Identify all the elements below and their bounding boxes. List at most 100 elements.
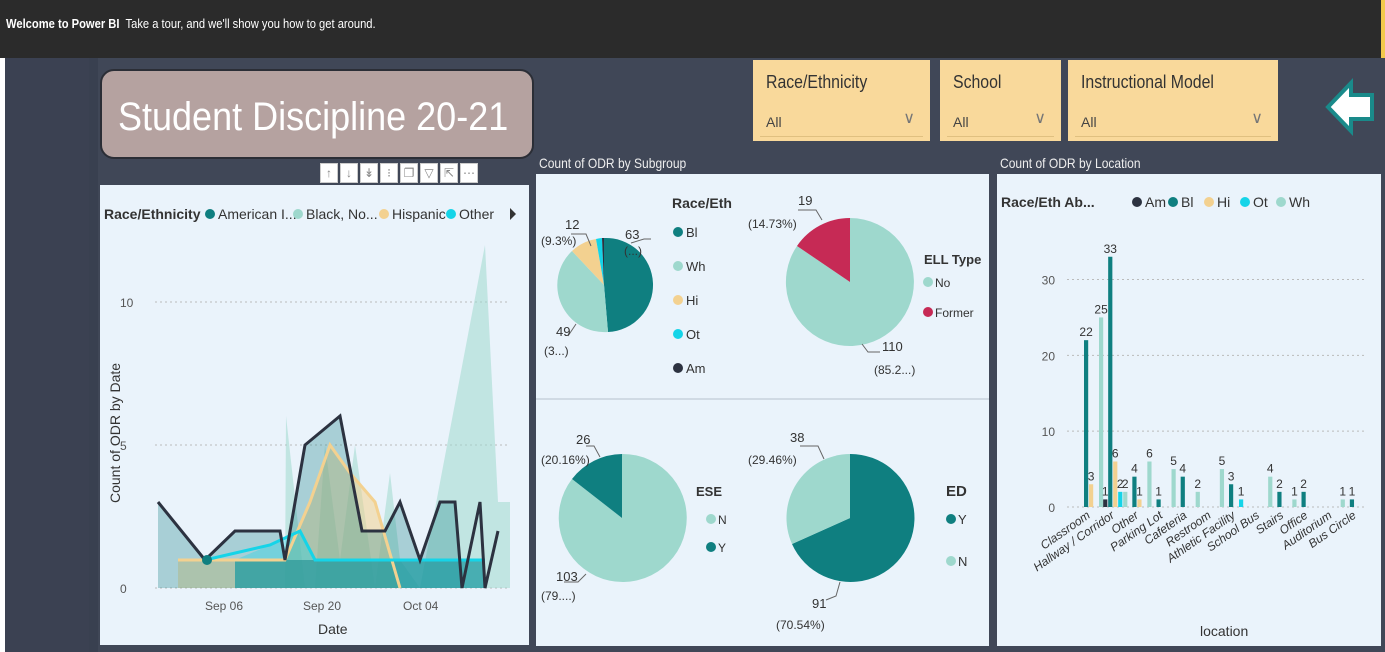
- legend-dot: [673, 329, 683, 339]
- ese-label-y: 26: [576, 432, 590, 447]
- bar-bl[interactable]: [1156, 499, 1161, 507]
- bar-wh[interactable]: [1268, 476, 1273, 507]
- subgroup-visual-title: Count of ODR by Subgroup: [539, 155, 687, 171]
- bar-bl[interactable]: [1108, 256, 1113, 507]
- report-title-box: Student Discipline 20-21: [100, 69, 534, 159]
- bar-data-label: 5: [1219, 454, 1226, 468]
- ed-pie[interactable]: [786, 453, 915, 582]
- legend-dot: [673, 227, 683, 237]
- ell-label-no: 110: [882, 339, 903, 354]
- odr-by-subgroup-visual[interactable]: 12 (9.3%) 63 (...) 49 (3...) Race/Eth Bl…: [536, 174, 989, 646]
- legend-dot-am: [1132, 197, 1142, 207]
- x-tick: Sep 06: [205, 599, 243, 613]
- bar-wh[interactable]: [1171, 469, 1176, 507]
- ese-label-n-pct: (79....): [541, 589, 576, 603]
- legend-dot: [706, 514, 716, 524]
- x-tick: Oct 04: [403, 599, 439, 613]
- odr-by-date-visual[interactable]: Race/Ethnicity American I... Black, No..…: [100, 185, 529, 645]
- location-bar-chart: Race/Eth Ab... Am Bl Hi Ot Wh 0102030 223251…: [1001, 194, 1367, 639]
- x-tick: Sep 20: [303, 599, 341, 613]
- ed-legend-n: N: [958, 554, 967, 569]
- slicer-dropdown[interactable]: All ∨: [760, 104, 923, 137]
- ell-legend-former: Former: [935, 306, 974, 320]
- race-label-bl: 63: [625, 227, 639, 242]
- bar-wh[interactable]: [1147, 461, 1152, 508]
- legend-title: Race/Ethnicity: [104, 206, 201, 222]
- arrow-down-icon[interactable]: ↓: [340, 163, 358, 183]
- bar-data-label: 2: [1276, 477, 1283, 491]
- bar-data-label: 4: [1267, 462, 1274, 476]
- bar-data-label: 2: [1194, 477, 1201, 491]
- bar-bl[interactable]: [1229, 484, 1234, 507]
- bar-data-label: 6: [1112, 447, 1119, 461]
- slicer-dropdown[interactable]: All ∨: [947, 104, 1054, 137]
- leader-line: [861, 343, 880, 353]
- bar-wh[interactable]: [1195, 491, 1200, 507]
- bar-data-label: 4: [1179, 462, 1186, 476]
- slicer-label: School: [953, 72, 1002, 92]
- slicer-label: Instructional Model: [1081, 72, 1214, 92]
- bar-data-label: 3: [1088, 469, 1095, 483]
- location-bars: 22325133622416154253142121 1: [1079, 242, 1356, 508]
- race-legend-ot: Ot: [686, 327, 700, 342]
- slicer-school[interactable]: School All ∨: [940, 60, 1061, 141]
- bar-wh[interactable]: [1219, 469, 1225, 507]
- copy-icon[interactable]: ❐: [400, 163, 418, 183]
- y-tick: 0: [120, 582, 127, 596]
- race-label-wh: 49: [556, 324, 570, 339]
- bar-bl[interactable]: [1180, 476, 1185, 507]
- chevron-down-icon: ∨: [903, 110, 915, 127]
- bar-data-label: 1: [1155, 484, 1162, 498]
- bar-data-label: 1: [1339, 484, 1346, 498]
- y-tick: 30: [1042, 274, 1056, 288]
- leader-line: [800, 445, 825, 460]
- series-other-block: [235, 560, 485, 588]
- slicer-dropdown[interactable]: All ∨: [1075, 104, 1271, 137]
- focus-mode-icon[interactable]: ⇱: [440, 163, 458, 183]
- legend-dot-american: [205, 209, 215, 219]
- subgroup-pies: 12 (9.3%) 63 (...) 49 (3...) Race/Eth Bl…: [541, 193, 981, 632]
- bar-wh[interactable]: [1099, 317, 1104, 507]
- ed-label-n: 38: [790, 430, 804, 445]
- arrow-up-icon[interactable]: ↑: [320, 163, 338, 183]
- expand-hierarchy-icon[interactable]: ⁝: [380, 163, 398, 183]
- ese-pie[interactable]: [558, 453, 687, 582]
- slicer-race-ethnicity[interactable]: Race/Ethnicity All ∨: [753, 60, 930, 141]
- more-options-icon[interactable]: ⋯: [460, 163, 478, 183]
- legend-item-black: Black, No...: [306, 206, 378, 222]
- legend-next-icon[interactable]: [510, 208, 516, 220]
- filter-icon[interactable]: ▽: [420, 163, 438, 183]
- slicer-instructional-model[interactable]: Instructional Model All ∨: [1068, 60, 1278, 141]
- bar-data-label: 1: [1238, 484, 1245, 498]
- ell-pie[interactable]: [785, 217, 914, 346]
- race-label-bl-pct: (...): [624, 244, 642, 258]
- bar-bl[interactable]: [1277, 491, 1282, 507]
- bar-data-label: 4: [1131, 462, 1138, 476]
- y-tick: 10: [120, 296, 134, 310]
- bar-am[interactable]: [1103, 499, 1108, 507]
- bar-ot[interactable]: [1118, 491, 1123, 507]
- location-visual-title: Count of ODR by Location: [1000, 155, 1141, 171]
- bar-bl[interactable]: [1301, 491, 1306, 507]
- legend-dot: [946, 514, 956, 524]
- bar-wh[interactable]: [1292, 499, 1297, 507]
- odr-by-location-visual[interactable]: Race/Eth Ab... Am Bl Hi Ot Wh 0 10 20 30 22 3 25 1…: [997, 174, 1381, 646]
- race-label-hi: 12: [565, 217, 579, 232]
- ell-legend-title: ELL Type: [924, 252, 981, 267]
- bar-bl[interactable]: [1349, 499, 1355, 507]
- legend-dot: [923, 307, 933, 317]
- back-arrow-button[interactable]: [1325, 78, 1375, 136]
- ed-label-n-pct: (29.46%): [748, 453, 797, 467]
- ed-label-y: 91: [812, 596, 826, 611]
- double-arrow-down-icon[interactable]: ↡: [360, 163, 378, 183]
- bar-hi[interactable]: [1137, 499, 1142, 507]
- bar-wh[interactable]: [1123, 491, 1128, 507]
- bar-wh[interactable]: [1340, 499, 1345, 507]
- slicer-value: All: [1081, 114, 1097, 130]
- bar-ot[interactable]: [1239, 499, 1244, 507]
- race-legend-wh: Wh: [686, 259, 706, 274]
- data-point[interactable]: [202, 555, 212, 565]
- chevron-down-icon: ∨: [1251, 110, 1263, 127]
- bar-data-label: 1: [1291, 484, 1298, 498]
- bar-hi[interactable]: [1089, 484, 1094, 507]
